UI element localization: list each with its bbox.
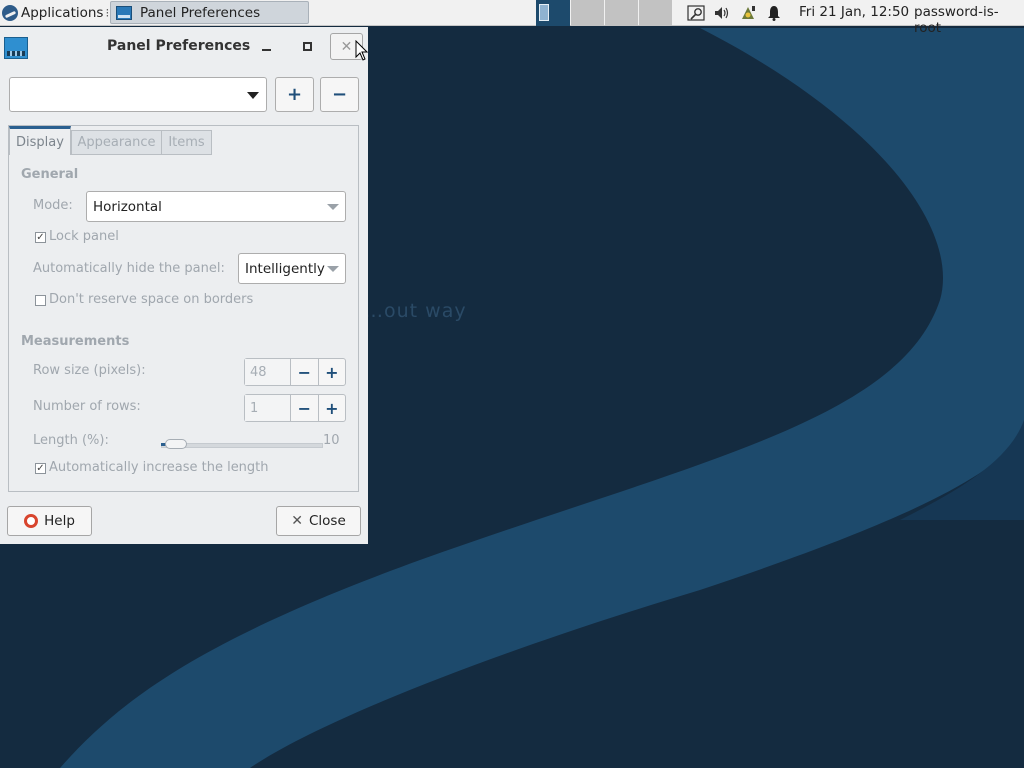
length-slider[interactable] xyxy=(161,439,323,449)
volume-icon[interactable] xyxy=(712,4,732,22)
lock-panel-checkbox[interactable]: ✓ xyxy=(35,232,46,243)
workspace-3[interactable] xyxy=(605,0,638,26)
row-size-increment-button[interactable]: + xyxy=(317,359,345,385)
dont-reserve-space-label: Don't reserve space on borders xyxy=(49,292,254,307)
row-size-value[interactable]: 48 xyxy=(245,359,292,385)
mode-value: Horizontal xyxy=(93,198,162,215)
taskbar-window-button[interactable]: Panel Preferences xyxy=(110,1,309,24)
general-heading: General xyxy=(21,167,79,182)
close-button[interactable]: ✕ Close xyxy=(276,506,361,536)
row-size-decrement-button[interactable]: − xyxy=(291,359,317,385)
plus-icon: + xyxy=(286,84,303,105)
clock[interactable]: Fri 21 Jan, 12:50 xyxy=(799,4,909,20)
close-label: Close xyxy=(308,513,346,529)
network-icon[interactable] xyxy=(738,4,758,22)
rows-value[interactable]: 1 xyxy=(245,395,292,421)
workspace-switcher xyxy=(536,0,673,26)
applications-label: Applications xyxy=(21,4,104,21)
applications-menu-button[interactable]: Applications ⁝ xyxy=(0,0,113,26)
panel-preferences-app-icon xyxy=(4,37,28,59)
lock-panel-label: Lock panel xyxy=(49,229,119,244)
add-panel-button[interactable]: + xyxy=(275,77,314,112)
dropdown-arrow-icon xyxy=(247,92,259,99)
auto-increase-length-label: Automatically increase the length xyxy=(49,460,269,475)
maximize-button[interactable] xyxy=(298,37,316,55)
panel-selector-dropdown[interactable] xyxy=(9,77,267,112)
auto-increase-length-checkbox[interactable]: ✓ xyxy=(35,463,46,474)
rows-decrement-button[interactable]: − xyxy=(291,395,317,421)
panel-separator: ⁝ xyxy=(105,5,110,20)
row-size-label: Row size (pixels): xyxy=(33,363,146,378)
user-menu[interactable]: password-is-root xyxy=(914,4,1024,36)
dropdown-arrow-icon xyxy=(327,266,339,272)
workspace-2[interactable] xyxy=(571,0,604,26)
taskbar-window-title: Panel Preferences xyxy=(140,4,261,21)
length-value: 10 xyxy=(323,433,340,448)
rows-increment-button[interactable]: + xyxy=(317,395,345,421)
tab-appearance[interactable]: Appearance xyxy=(71,130,162,155)
row-size-spinner[interactable]: 48 − + xyxy=(244,358,346,386)
close-icon: ✕ xyxy=(291,513,303,529)
window-title: Panel Preferences xyxy=(107,38,251,54)
remove-panel-button[interactable]: − xyxy=(320,77,359,112)
applications-logo-icon xyxy=(2,4,18,21)
help-lifebuoy-icon xyxy=(24,514,39,528)
autohide-dropdown[interactable]: Intelligently xyxy=(238,253,346,284)
system-tray xyxy=(686,0,790,26)
tab-items[interactable]: Items xyxy=(161,130,212,155)
top-panel: Applications ⁝ Panel Preferences Fri 21 … xyxy=(0,0,1024,36)
autohide-value: Intelligently xyxy=(245,260,325,277)
mouse-cursor-icon xyxy=(355,40,368,61)
mode-label: Mode: xyxy=(33,198,73,213)
mode-dropdown[interactable]: Horizontal xyxy=(86,191,346,222)
minimize-button[interactable] xyxy=(258,37,276,55)
panel-preferences-dialog: Panel Preferences ✕ + − Display Appearan… xyxy=(0,27,368,544)
workspace-4[interactable] xyxy=(639,0,672,26)
window-titlebar[interactable]: Panel Preferences ✕ xyxy=(0,27,368,67)
dont-reserve-space-checkbox[interactable] xyxy=(35,295,46,306)
search-icon[interactable] xyxy=(686,4,706,22)
rows-label: Number of rows: xyxy=(33,399,141,414)
rows-spinner[interactable]: 1 − + xyxy=(244,394,346,422)
help-label: Help xyxy=(44,513,75,529)
measurements-heading: Measurements xyxy=(21,334,130,349)
autohide-label: Automatically hide the panel: xyxy=(33,261,225,276)
dropdown-arrow-icon xyxy=(327,204,339,210)
wallpaper-text: …out way xyxy=(364,300,467,322)
length-label: Length (%): xyxy=(33,433,109,448)
tab-display[interactable]: Display xyxy=(9,126,71,155)
minus-icon: − xyxy=(331,84,348,105)
workspace-1[interactable] xyxy=(536,0,570,26)
help-button[interactable]: Help xyxy=(7,506,92,536)
panel-preferences-app-icon xyxy=(116,5,132,20)
close-icon: ✕ xyxy=(340,38,353,55)
slider-handle[interactable] xyxy=(165,439,187,449)
notification-bell-icon[interactable] xyxy=(764,4,784,22)
